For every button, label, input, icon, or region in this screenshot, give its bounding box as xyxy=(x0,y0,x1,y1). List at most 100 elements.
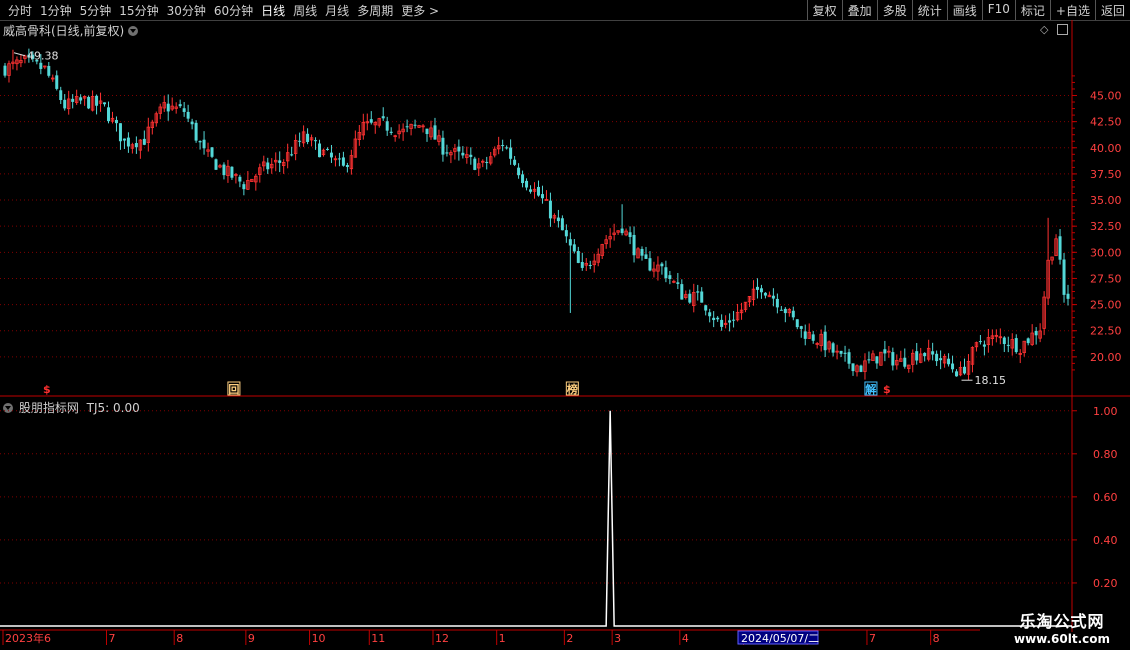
candle-243 xyxy=(970,346,975,373)
candle-192 xyxy=(767,291,772,298)
candle-238 xyxy=(951,355,955,373)
candle-89 xyxy=(357,124,362,146)
candle-177 xyxy=(708,308,712,323)
event-marker-2[interactable]: 榜 xyxy=(565,381,579,396)
candle-145 xyxy=(580,252,584,271)
candle-189 xyxy=(755,278,759,299)
candle-236 xyxy=(942,353,947,368)
event-marker-3[interactable]: 解 xyxy=(864,381,878,396)
svg-text:解: 解 xyxy=(865,382,876,396)
cursor-date-label: 2024/05/07/二 xyxy=(741,632,819,645)
candle-73 xyxy=(293,134,298,161)
candle-96 xyxy=(385,116,389,136)
candle-59 xyxy=(238,174,242,188)
candle-93 xyxy=(373,121,377,134)
panel-toggle-icon[interactable] xyxy=(1057,24,1068,35)
candle-34 xyxy=(138,139,143,159)
candle-266 xyxy=(1062,253,1066,303)
candle-173 xyxy=(692,283,696,313)
candle-123 xyxy=(492,146,497,158)
candle-183 xyxy=(732,310,736,328)
candle-239 xyxy=(955,369,959,377)
candle-201 xyxy=(803,324,807,346)
candle-136 xyxy=(544,190,549,201)
price-tick-label-6: 35.00 xyxy=(1090,194,1122,207)
candle-37 xyxy=(150,119,155,135)
candle-116 xyxy=(465,146,469,164)
candle-267 xyxy=(1066,284,1070,306)
candle-168 xyxy=(672,279,676,284)
price-tick-label-4: 30.00 xyxy=(1090,246,1122,259)
watermark-title: 乐淘公式网 xyxy=(1019,612,1105,631)
candle-240 xyxy=(958,361,963,377)
candle-52 xyxy=(210,146,214,159)
candle-48 xyxy=(194,120,198,143)
candle-112 xyxy=(449,150,453,164)
candle-39 xyxy=(158,103,162,120)
candle-125 xyxy=(501,139,505,152)
candle-256 xyxy=(1022,340,1026,357)
event-markers: $ 回 榜 解 $ xyxy=(43,381,891,396)
candle-104 xyxy=(417,124,421,129)
price-tick-label-5: 32.50 xyxy=(1090,220,1122,233)
low-label: 18.15 xyxy=(975,374,1007,387)
candle-265 xyxy=(1058,228,1062,265)
candle-5 xyxy=(23,54,27,64)
sub-tick-label-2: 0.60 xyxy=(1093,491,1118,504)
candle-62 xyxy=(250,178,254,182)
candle-65 xyxy=(262,155,266,172)
candle-157 xyxy=(628,226,632,245)
candle-91 xyxy=(365,113,369,131)
candle-14 xyxy=(59,86,63,105)
candle-176 xyxy=(704,304,708,316)
candle-97 xyxy=(389,127,393,136)
candle-3 xyxy=(15,56,19,71)
candle-127 xyxy=(509,139,513,165)
candle-47 xyxy=(190,118,194,130)
candle-50 xyxy=(202,131,206,155)
event-marker-0[interactable]: $ xyxy=(43,383,51,396)
candle-169 xyxy=(676,272,680,290)
price-chart[interactable]: 20.00 22.50 25.00 27.50 30.00 32.50 35.00 37.50… xyxy=(0,0,1130,650)
candle-212 xyxy=(847,348,851,369)
candle-120 xyxy=(481,159,485,168)
event-marker-4[interactable]: $ xyxy=(883,383,891,396)
candle-58 xyxy=(234,172,238,184)
candle-210 xyxy=(839,350,843,358)
candle-75 xyxy=(301,125,306,147)
candle-130 xyxy=(521,170,525,188)
candle-224 xyxy=(895,354,899,370)
candle-232 xyxy=(926,339,931,362)
candle-12 xyxy=(51,74,55,82)
candle-152 xyxy=(608,228,612,248)
candle-219 xyxy=(875,356,879,369)
candle-142 xyxy=(568,232,572,313)
candle-165 xyxy=(660,262,664,275)
candle-170 xyxy=(680,279,684,300)
candle-218 xyxy=(871,350,875,362)
candle-223 xyxy=(891,347,895,371)
diamond-icon[interactable]: ◇ xyxy=(1040,23,1048,36)
candle-195 xyxy=(779,305,783,311)
candle-181 xyxy=(723,315,728,329)
candle-205 xyxy=(819,329,823,352)
svg-text:$: $ xyxy=(43,383,51,396)
candle-226 xyxy=(903,348,907,369)
sub-tick-label-4: 1.00 xyxy=(1093,405,1118,418)
date-label-3: 9 xyxy=(248,632,255,645)
candle-149 xyxy=(596,248,600,267)
candle-235 xyxy=(939,350,943,370)
candle-186 xyxy=(743,301,748,313)
candle-245 xyxy=(978,335,982,345)
candle-190 xyxy=(759,284,763,299)
candle-121 xyxy=(485,156,489,170)
candle-117 xyxy=(469,147,473,165)
price-tick-label-1: 22.50 xyxy=(1090,325,1122,338)
date-label-0: 2023年6 xyxy=(5,631,51,645)
candle-111 xyxy=(445,144,449,157)
candle-56 xyxy=(226,159,230,183)
candle-119 xyxy=(477,157,481,177)
candle-51 xyxy=(206,142,210,157)
candle-187 xyxy=(747,295,752,308)
event-marker-1[interactable]: 回 xyxy=(227,381,241,396)
